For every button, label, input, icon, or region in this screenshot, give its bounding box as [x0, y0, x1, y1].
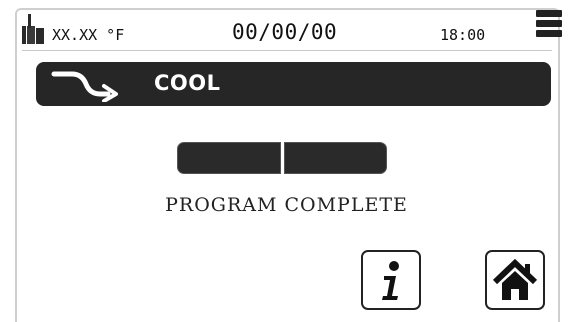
- mode-status-bar: COOL: [36, 62, 551, 106]
- status-message: PROGRAM COMPLETE: [165, 194, 408, 216]
- header-divider: [22, 50, 552, 51]
- thermometer-icon: [22, 14, 44, 44]
- info-icon: [382, 261, 399, 300]
- time-display: 18:00: [440, 26, 486, 44]
- hamburger-menu-icon[interactable]: [536, 10, 562, 42]
- temperature-readout: XX.XX °F: [52, 26, 125, 44]
- progress-segment: [283, 142, 387, 174]
- info-button[interactable]: [361, 250, 421, 310]
- mode-label: COOL: [154, 71, 221, 95]
- home-button[interactable]: [485, 250, 545, 310]
- progress-segment: [177, 142, 281, 174]
- curved-arrow-right-icon: [51, 71, 118, 102]
- home-icon: [492, 258, 538, 300]
- program-progress-bar: [177, 142, 387, 174]
- date-display: 00/00/00: [232, 20, 338, 44]
